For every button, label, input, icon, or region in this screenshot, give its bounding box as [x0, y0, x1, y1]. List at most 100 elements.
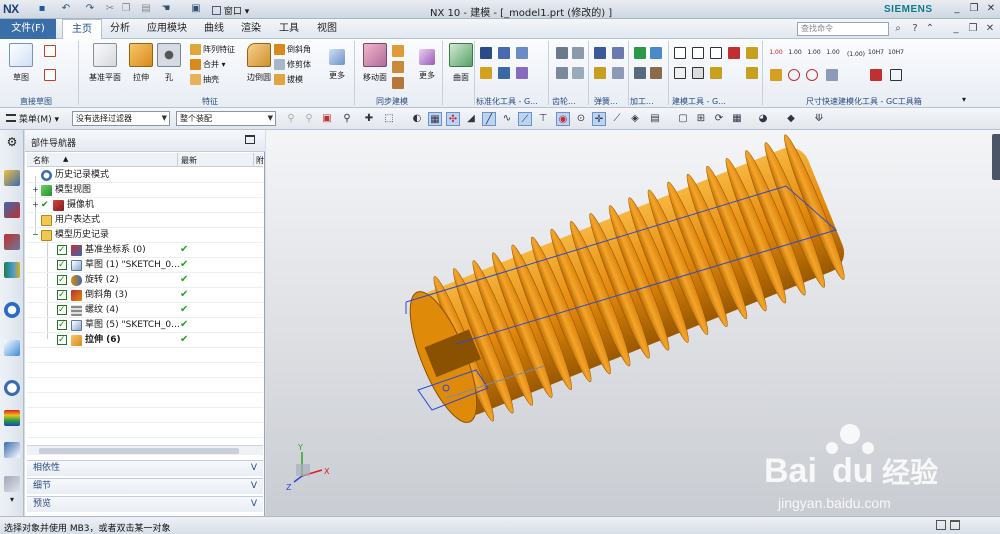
settings-gear-icon[interactable]: ⚙	[4, 134, 20, 150]
general-select-icon[interactable]: ⚲	[284, 112, 298, 126]
command-search-input[interactable]: 查找命令	[797, 22, 889, 36]
status-restore-icon[interactable]	[936, 520, 946, 530]
tab-home[interactable]: 主页	[62, 19, 102, 39]
panel-preview[interactable]: 预览 V	[27, 496, 263, 512]
render-style-icon[interactable]: ◕	[756, 112, 770, 126]
profile-icon[interactable]	[44, 45, 56, 57]
more-sync-button[interactable]: 更多	[410, 41, 444, 93]
build-tool-5-icon[interactable]	[746, 47, 758, 59]
edit-icon[interactable]: ▤	[648, 112, 662, 126]
type-filter-icon[interactable]: ▣	[320, 112, 334, 126]
visibility-checkbox[interactable]	[57, 288, 67, 302]
search-icon[interactable]: ⌕	[892, 23, 904, 35]
quadrant-icon[interactable]: ⊙	[574, 112, 588, 126]
curve-icon[interactable]: ∿	[500, 112, 514, 126]
gear-1-icon[interactable]	[556, 47, 568, 59]
std-part-3-icon[interactable]	[516, 47, 528, 59]
ribbon-collapse-icon[interactable]: ⌃	[924, 23, 936, 35]
tree-row-revolve[interactable]: 旋转 (2) ✔	[27, 273, 263, 288]
system-materials-icon[interactable]	[4, 410, 20, 426]
select-all-icon[interactable]: ⚲	[340, 112, 354, 126]
dim-tool-11-icon[interactable]	[788, 69, 800, 81]
edge-blend-button[interactable]: 边倒圆	[242, 41, 276, 93]
graphics-viewport[interactable]: Y X Z Bai du 经验 jingyan.baidu.com	[266, 130, 1000, 516]
tree-row-user-expressions[interactable]: 用户表达式	[27, 213, 263, 228]
process-studio-icon[interactable]	[4, 442, 20, 458]
std-part-1-icon[interactable]	[480, 47, 492, 59]
cube-select-icon[interactable]: ▦	[428, 112, 442, 126]
dim-tool-10-icon[interactable]	[770, 69, 782, 81]
tree-row-datum-csys[interactable]: 基准坐标系 (0) ✔	[27, 243, 263, 258]
build-tool-4-icon[interactable]	[728, 47, 740, 59]
surface-button[interactable]: 曲面	[444, 41, 478, 93]
tab-tools[interactable]: 工具	[270, 19, 308, 39]
web-browser-icon[interactable]	[4, 340, 20, 356]
zoom-icon[interactable]: ⊞	[694, 112, 708, 126]
gear-3-icon[interactable]	[556, 67, 568, 79]
part-navigator-icon[interactable]	[4, 234, 20, 250]
machining-2-icon[interactable]	[650, 47, 662, 59]
sketch-button[interactable]: 草图	[4, 41, 38, 93]
point-on-face-icon[interactable]: ◈	[628, 112, 642, 126]
fit-view-icon[interactable]: ▢	[676, 112, 690, 126]
save-icon[interactable]: ▪	[36, 3, 48, 15]
visibility-checkbox[interactable]	[57, 318, 67, 332]
panel-dependencies[interactable]: 相依性 V	[27, 460, 263, 476]
show-hide-icon[interactable]: ⟱	[812, 112, 826, 126]
point-on-curve-icon[interactable]: ⟋	[610, 112, 624, 126]
column-latest[interactable]: 最新	[181, 155, 197, 166]
build-tool-3-icon[interactable]	[710, 47, 722, 59]
shell-button[interactable]: 抽壳	[190, 73, 219, 87]
undo-icon[interactable]: ↶	[60, 3, 72, 15]
navigator-horizontal-scrollbar[interactable]	[27, 445, 263, 455]
sort-up-icon[interactable]: ▲	[63, 155, 68, 163]
pattern-feature-button[interactable]: 阵列特征	[190, 43, 235, 57]
doc-restore-icon[interactable]: ❐	[967, 23, 979, 35]
dim-tool-1-label[interactable]: 1.00	[768, 49, 784, 56]
tree-row-extrude[interactable]: 拉伸 (6) ✔	[27, 333, 263, 348]
build-tool-7-icon[interactable]	[692, 67, 704, 79]
column-name[interactable]: 名称	[33, 155, 49, 166]
touch-mode-icon[interactable]: ☚	[160, 3, 172, 15]
restore-icon[interactable]: ❐	[967, 2, 981, 16]
center-point-icon[interactable]: ◉	[556, 112, 570, 126]
sync-tool-1-icon[interactable]	[392, 45, 404, 57]
selection-scope-select[interactable]: 整个装配 ▼	[176, 111, 276, 126]
sync-tool-2-icon[interactable]	[392, 61, 404, 73]
std-part-2-icon[interactable]	[498, 47, 510, 59]
roles-icon[interactable]	[4, 476, 20, 492]
dim-tool-7-label[interactable]: 10H7	[888, 49, 904, 56]
snap-points-icon[interactable]: ✣	[446, 112, 460, 126]
column-extra[interactable]: 附	[256, 155, 264, 166]
file-menu[interactable]: 文件(F)	[0, 19, 56, 39]
selection-filter-select[interactable]: 没有选择过滤器 ▼	[72, 111, 170, 126]
help-icon[interactable]: ?	[909, 23, 921, 35]
tab-render[interactable]: 渲染	[232, 19, 270, 39]
spring-2-icon[interactable]	[612, 47, 624, 59]
machining-3-icon[interactable]	[634, 67, 646, 79]
visibility-checkbox[interactable]	[57, 333, 67, 347]
assembly-navigator-icon[interactable]	[4, 170, 20, 186]
doc-close-icon[interactable]: ✕	[984, 23, 996, 35]
main-menu-button[interactable]: 菜单(M) ▾	[6, 112, 59, 125]
curve-rule-icon[interactable]: ◢	[464, 112, 478, 126]
tab-view[interactable]: 视图	[308, 19, 346, 39]
dim-tool-6-label[interactable]: 10H7	[868, 49, 884, 56]
reuse-library-icon[interactable]	[4, 262, 20, 278]
end-point-icon[interactable]: ╱	[482, 112, 496, 126]
visibility-checkbox[interactable]	[57, 273, 67, 287]
dim-tool-9-icon[interactable]	[890, 69, 902, 81]
existing-point-icon[interactable]: ✛	[592, 112, 606, 126]
tree-row-cameras[interactable]: + ✔ 摄像机	[27, 198, 263, 213]
visibility-checkbox[interactable]	[57, 303, 67, 317]
view-select-icon[interactable]: ◐	[410, 112, 424, 126]
redo-icon[interactable]: ↷	[84, 3, 96, 15]
spring-3-icon[interactable]	[594, 67, 606, 79]
std-part-5-icon[interactable]	[498, 67, 510, 79]
status-maximize-icon[interactable]	[950, 520, 960, 530]
tree-row-sketch-1[interactable]: 草图 (1) "SKETCH_0... ✔	[27, 258, 263, 273]
spring-4-icon[interactable]	[612, 67, 624, 79]
hole-button[interactable]: 孔	[152, 41, 186, 93]
intersection-icon[interactable]: ⊤	[536, 112, 550, 126]
std-part-6-icon[interactable]	[516, 67, 528, 79]
